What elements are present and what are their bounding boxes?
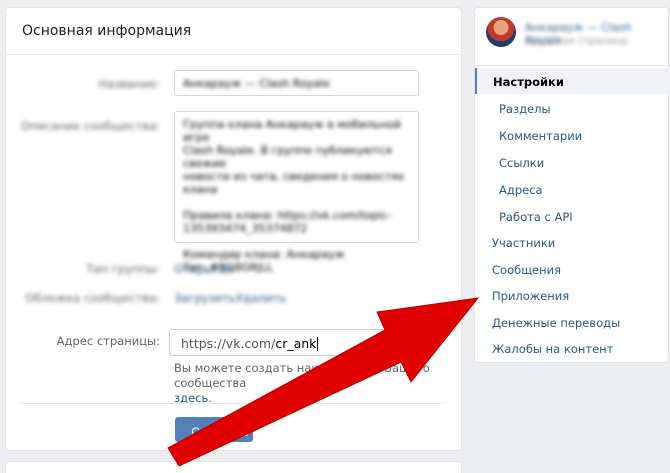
group-type-link[interactable]: Открытая — [174, 262, 234, 276]
sidebar-divider — [475, 65, 668, 66]
description-line: Clash Royale. В группе публикуются свежи… — [183, 144, 392, 170]
title-divider — [6, 54, 461, 55]
description-line: Правила клана: https://vk.com/topic- — [183, 209, 392, 222]
card-title: Основная информация — [22, 23, 192, 39]
cover-delete-link[interactable]: Удалить — [236, 291, 286, 305]
address-input[interactable]: https://vk.com/cr_ank — [169, 329, 389, 356]
address-prefix: https://vk.com/ — [181, 336, 276, 351]
address-label: Адрес страницы: — [56, 334, 160, 348]
sidebar-item-links[interactable]: Ссылки — [499, 156, 544, 170]
description-line: Группа клана Анкарауж в мобильной игре — [183, 118, 401, 144]
save-button[interactable]: Сохранить — [175, 417, 253, 442]
sidebar-item-sections[interactable]: Разделы — [499, 102, 551, 116]
sidebar-item-apps[interactable]: Приложения — [492, 289, 569, 303]
address-value: cr_ank — [275, 336, 317, 351]
hint-text: Вы можете создать наклейки для Вашего со… — [174, 361, 430, 390]
sidebar-item-members[interactable]: Участники — [492, 236, 555, 250]
sidebar-item-transfers[interactable]: Денежные переводы — [492, 316, 620, 330]
description-line: Командир клана: Анкарауж — [183, 248, 345, 261]
name-label: Название: — [98, 77, 160, 91]
text-caret — [317, 337, 319, 351]
sidebar-item-comments[interactable]: Комментарии — [499, 129, 582, 143]
description-textarea[interactable]: Группа клана Анкарауж в мобильной игре C… — [174, 111, 419, 274]
sidebar-item-addresses[interactable]: Адреса — [499, 183, 543, 197]
stickers-hint: Вы можете создать наклейки для Вашего со… — [174, 361, 454, 406]
sidebar-item-api[interactable]: Работа с API — [499, 210, 573, 224]
sidebar-item-settings[interactable]: Настройки — [475, 68, 670, 94]
description-text: Группа клана Анкарауж в мобильной игре C… — [183, 118, 418, 274]
bottom-divider — [21, 403, 446, 404]
description-line: новости из чата, сведения о новостях кла… — [183, 170, 405, 196]
sidebar-item-messages[interactable]: Сообщения — [492, 263, 561, 277]
group-avatar-icon[interactable] — [486, 17, 516, 47]
description-line: 135393474_35374872 — [183, 222, 308, 235]
cover-upload-link[interactable]: Загрузить — [174, 291, 236, 305]
sidebar-group-sub: закрытая страница — [525, 36, 628, 47]
name-input-value: Анкарауж — Clash Royale — [183, 77, 330, 90]
main-info-card: Основная информация Название: Анкарауж —… — [5, 7, 462, 451]
cover-label: Обложка сообщества: — [25, 291, 160, 305]
settings-sidebar: Анкарауж — Clash Royale закрытая страниц… — [474, 7, 670, 363]
sidebar-item-reports[interactable]: Жалобы на контент — [492, 342, 613, 356]
group-type-label: Тип группы: — [86, 262, 160, 276]
sidebar-item-label: Настройки — [493, 75, 564, 89]
name-input[interactable]: Анкарауж — Clash Royale — [174, 70, 419, 96]
next-card — [5, 461, 462, 473]
description-label: Описание сообщества: — [20, 119, 160, 133]
